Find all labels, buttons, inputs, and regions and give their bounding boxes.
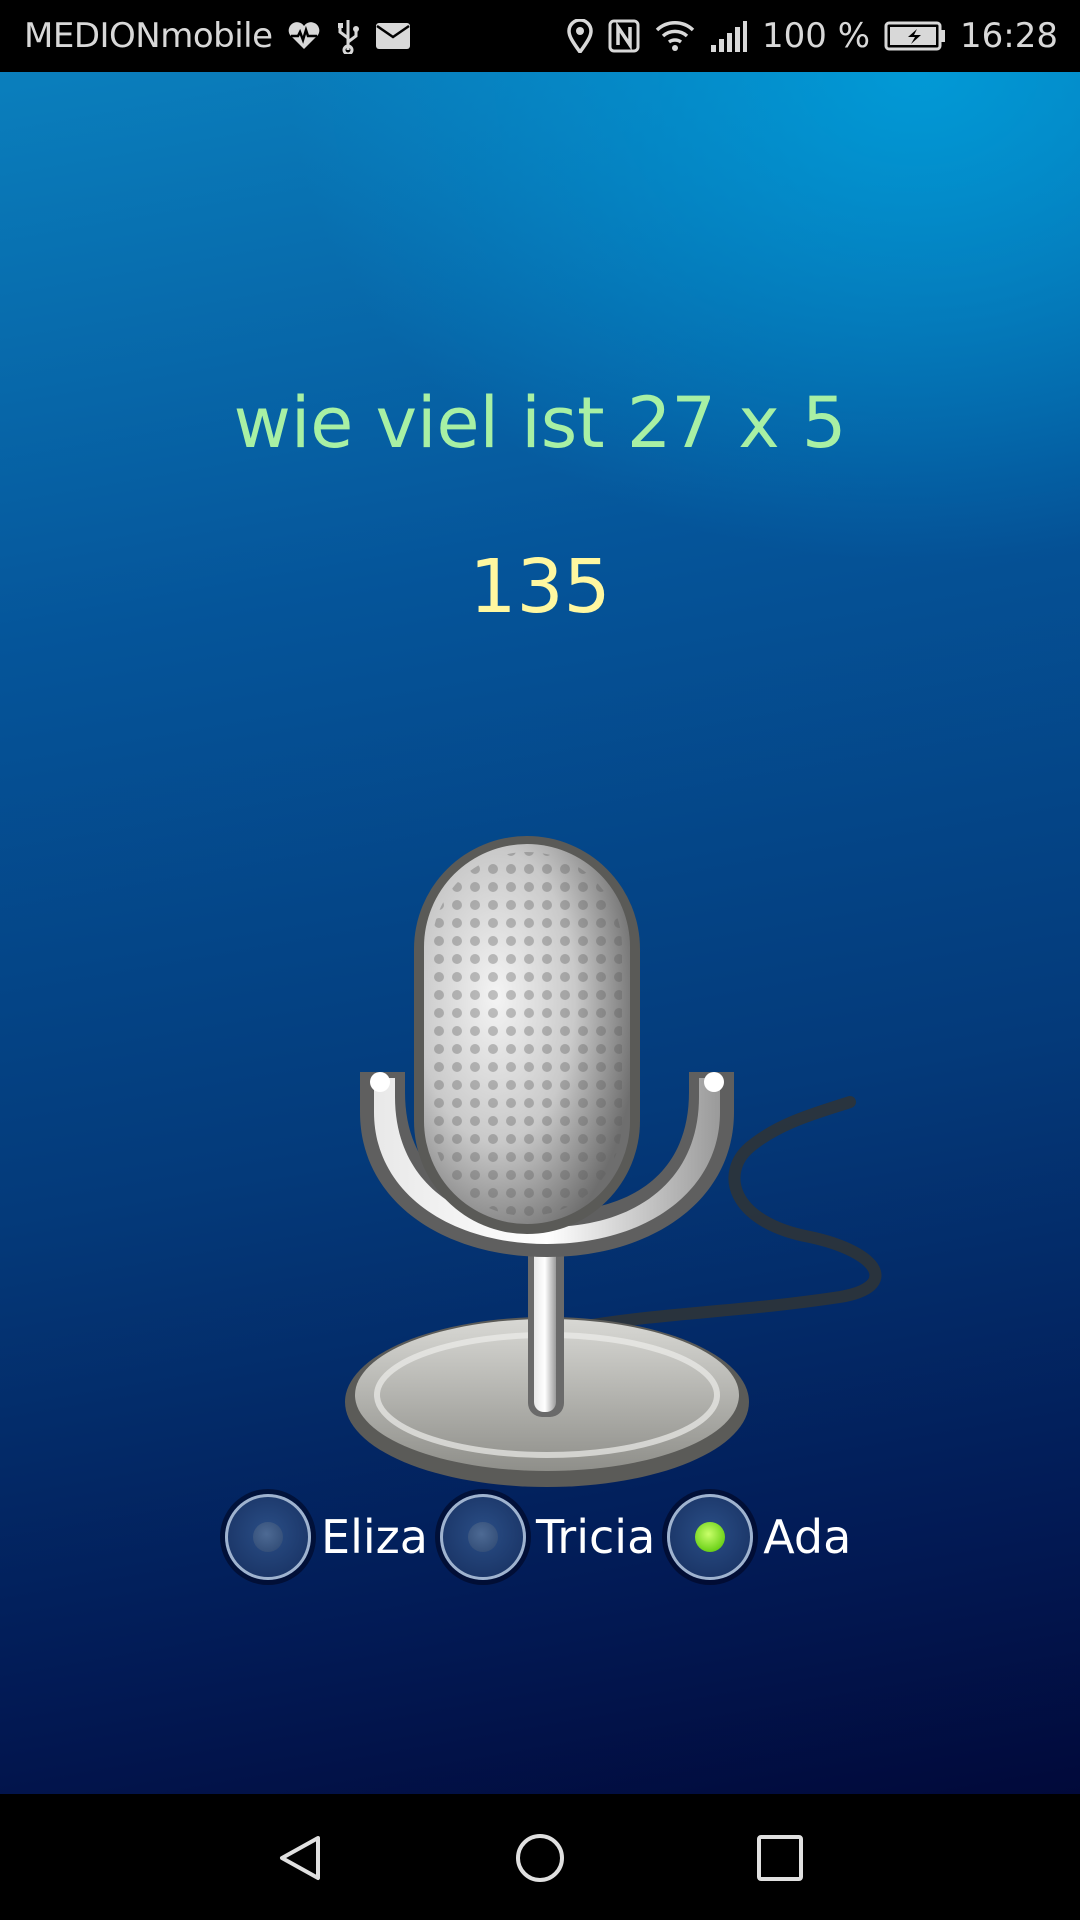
home-icon[interactable] <box>514 1832 566 1884</box>
voice-label-eliza: Eliza <box>321 1510 428 1564</box>
nfc-icon <box>608 19 640 53</box>
status-bar: MEDIONmobile 100 % 16:28 <box>0 0 1080 72</box>
mail-icon <box>375 22 411 50</box>
voice-label-tricia: Tricia <box>535 1510 656 1564</box>
voice-option-eliza[interactable]: Eliza <box>225 1494 440 1580</box>
carrier-name: MEDIONmobile <box>24 16 273 56</box>
microphone-icon[interactable] <box>340 752 900 1552</box>
radio-button-ada[interactable] <box>667 1494 754 1580</box>
navigation-bar <box>0 1794 1080 1920</box>
heart-rate-icon <box>287 21 321 51</box>
status-left: MEDIONmobile <box>24 0 411 72</box>
voice-label-ada: Ada <box>763 1510 852 1564</box>
voice-selector: Eliza Tricia Ada <box>225 1487 863 1587</box>
signal-icon <box>710 19 748 53</box>
recents-icon[interactable] <box>754 1832 806 1884</box>
app-screen: wie viel ist 27 x 5 135 Eliza Tricia Ada <box>0 72 1080 1794</box>
wifi-icon <box>654 19 696 53</box>
answer-text: 135 <box>469 544 611 630</box>
radio-button-tricia[interactable] <box>439 1494 526 1580</box>
voice-option-tricia[interactable]: Tricia <box>439 1494 667 1580</box>
back-icon[interactable] <box>274 1832 326 1884</box>
location-icon <box>566 19 594 53</box>
usb-icon <box>335 18 361 54</box>
radio-button-eliza[interactable] <box>225 1494 311 1580</box>
voice-option-ada[interactable]: Ada <box>667 1494 863 1580</box>
clock: 16:28 <box>960 16 1058 56</box>
battery-percent: 100 % <box>762 16 871 56</box>
question-text: wie viel ist 27 x 5 <box>233 382 847 464</box>
status-right: 100 % 16:28 <box>566 0 1058 72</box>
battery-charging-icon <box>884 21 946 51</box>
